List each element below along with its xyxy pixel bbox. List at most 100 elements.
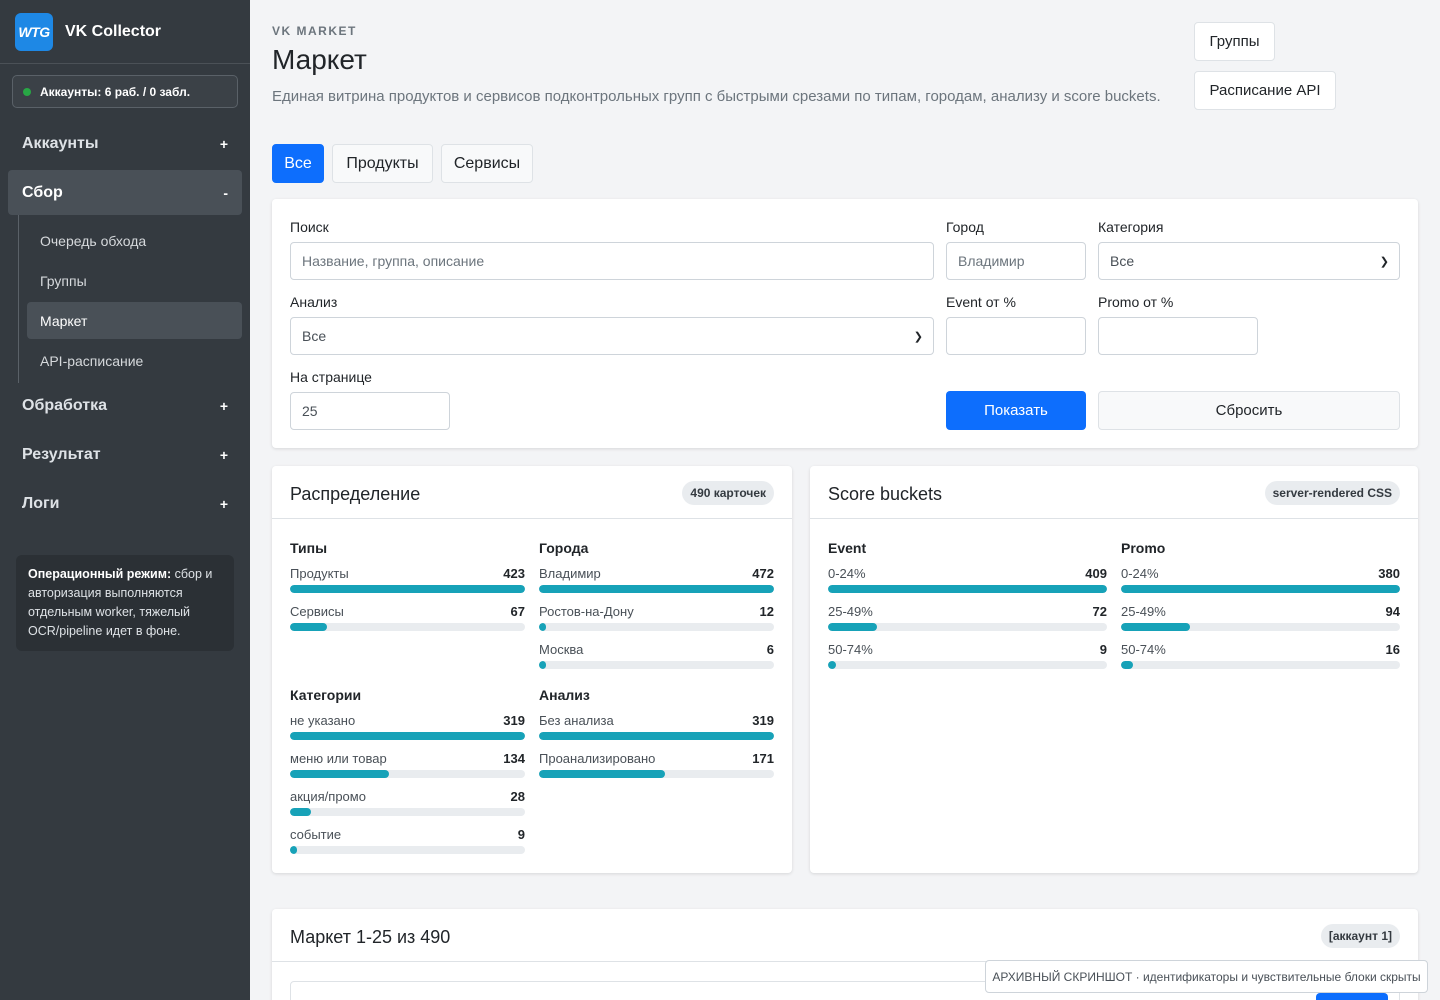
search-input[interactable]: Название, группа, описание xyxy=(290,242,934,280)
analysis-select[interactable]: Все ❯ xyxy=(290,317,934,355)
nav-section-collect[interactable]: Сбор - xyxy=(8,170,242,215)
bar-track xyxy=(290,770,525,778)
bar-label: Ростов-на-Дону xyxy=(539,604,634,619)
show-button[interactable]: Показать xyxy=(946,391,1086,430)
bar-value: 12 xyxy=(759,604,774,619)
bar-label: Без анализа xyxy=(539,713,614,728)
city-input[interactable]: Владимир xyxy=(946,242,1086,280)
bar-value: 472 xyxy=(752,566,774,581)
bar-row: Москва 6 xyxy=(539,634,774,672)
score-buckets-title: Score buckets xyxy=(828,484,943,504)
groups-button[interactable]: Группы xyxy=(1194,22,1275,61)
brand-name: VK Collector xyxy=(65,22,162,40)
bar-label: Москва xyxy=(539,642,584,657)
bar-track xyxy=(290,732,525,740)
category-select[interactable]: Все ❯ xyxy=(1098,242,1400,280)
nav-section-label: Сбор xyxy=(22,183,63,201)
nav-section-label: Аккаунты xyxy=(22,134,99,152)
bar-fill xyxy=(539,770,665,778)
bar-track xyxy=(828,661,1107,669)
tab-products[interactable]: Продукты xyxy=(332,144,433,183)
bar-label: 25-49% xyxy=(1121,604,1166,619)
list-item-action-button[interactable] xyxy=(1316,993,1388,1000)
bar-value: 94 xyxy=(1385,604,1400,619)
nav-section-label: Обработка xyxy=(22,396,107,414)
bar-value: 134 xyxy=(503,751,525,766)
bar-fill xyxy=(1121,661,1133,669)
tab-all[interactable]: Все xyxy=(272,144,324,183)
bar-track xyxy=(539,732,774,740)
bar-row: Владимир 472 xyxy=(539,558,774,596)
city-label: Город xyxy=(946,219,984,235)
operational-mode-note: Операционный режим: сбор и авторизация в… xyxy=(16,555,234,651)
group-analysis: Анализ Без анализа 319 Проанализировано 171 xyxy=(539,687,774,781)
event-label: Event от % xyxy=(946,294,1016,310)
bar-fill xyxy=(828,623,878,631)
bar-track xyxy=(290,585,525,593)
bar-label: Проанализировано xyxy=(539,751,656,766)
bar-track xyxy=(539,585,774,593)
bar-value: 16 xyxy=(1385,642,1400,657)
bar-label: 25-49% xyxy=(828,604,873,619)
filters-card: Поиск Название, группа, описание Город В… xyxy=(272,199,1418,448)
reset-button[interactable]: Сбросить xyxy=(1098,391,1400,430)
accounts-status-text: Аккаунты: 6 раб. / 0 забл. xyxy=(40,84,191,99)
event-input[interactable] xyxy=(946,317,1086,355)
bar-track xyxy=(290,623,525,631)
bar-row: меню или товар 134 xyxy=(290,743,525,781)
plus-icon: + xyxy=(219,135,228,152)
bar-track xyxy=(539,623,774,631)
promo-input[interactable] xyxy=(1098,317,1258,355)
nav-section-result[interactable]: Результат + xyxy=(8,432,242,477)
nav-section-processing[interactable]: Обработка + xyxy=(8,383,242,428)
main-content: VK MARKET Маркет Единая витрина продукто… xyxy=(250,0,1440,1000)
bar-value: 409 xyxy=(1085,566,1107,581)
bar-row: акция/промо 28 xyxy=(290,781,525,819)
plus-icon: + xyxy=(219,495,228,512)
bar-value: 67 xyxy=(510,604,525,619)
page-title: Маркет xyxy=(272,44,367,75)
bar-label: Владимир xyxy=(539,566,601,581)
bar-row: Без анализа 319 xyxy=(539,705,774,743)
subnav-item-queue[interactable]: Очередь обхода xyxy=(27,222,242,259)
tab-services[interactable]: Сервисы xyxy=(441,144,533,183)
brand[interactable]: WTG VK Collector xyxy=(0,0,250,64)
bar-label: не указано xyxy=(290,713,356,728)
api-schedule-button[interactable]: Расписание API xyxy=(1194,71,1336,110)
collect-subnav: Очередь обхода Группы Маркет API-расписа… xyxy=(18,215,250,383)
bar-track xyxy=(539,661,774,669)
bar-fill xyxy=(539,732,774,740)
bar-track xyxy=(1121,623,1400,631)
bar-label: 0-24% xyxy=(1121,566,1159,581)
nav-section-accounts[interactable]: Аккаунты + xyxy=(8,121,242,166)
group-types: Типы Продукты 423 Сервисы 67 xyxy=(290,540,525,634)
bar-label: 50-74% xyxy=(828,642,873,657)
server-rendered-badge: server-rendered CSS xyxy=(1264,481,1400,505)
group-title: Города xyxy=(539,540,589,556)
bar-value: 380 xyxy=(1378,566,1400,581)
page-eyebrow: VK MARKET xyxy=(272,24,357,38)
subnav-item-api-schedule[interactable]: API-расписание xyxy=(27,342,242,379)
bar-track xyxy=(828,585,1107,593)
account-badge: [аккаунт 1] xyxy=(1320,924,1400,948)
bar-value: 319 xyxy=(503,713,525,728)
bar-row: 0-24% 380 xyxy=(1121,558,1400,596)
subnav-item-groups[interactable]: Группы xyxy=(27,262,242,299)
distribution-card: Распределение 490 карточек Типы Продукты 4… xyxy=(272,466,792,873)
subnav-item-market[interactable]: Маркет xyxy=(27,302,242,339)
divider xyxy=(272,518,792,519)
nav-section-logs[interactable]: Логи + xyxy=(8,481,242,526)
promo-label: Promo от % xyxy=(1098,294,1174,310)
bar-label: 50-74% xyxy=(1121,642,1166,657)
chevron-down-icon: ❯ xyxy=(913,330,923,343)
bar-fill xyxy=(290,623,328,631)
per-page-input[interactable]: 25 xyxy=(290,392,450,430)
group-title: Promo xyxy=(1121,540,1166,556)
bar-value: 72 xyxy=(1092,604,1107,619)
category-value: Все xyxy=(1110,253,1135,269)
bar-row: 25-49% 94 xyxy=(1121,596,1400,634)
score-buckets-card: Score buckets server-rendered CSS Event 0… xyxy=(810,466,1418,873)
bar-fill xyxy=(539,661,547,669)
bar-fill xyxy=(828,661,837,669)
accounts-status[interactable]: Аккаунты: 6 раб. / 0 забл. xyxy=(12,75,238,108)
